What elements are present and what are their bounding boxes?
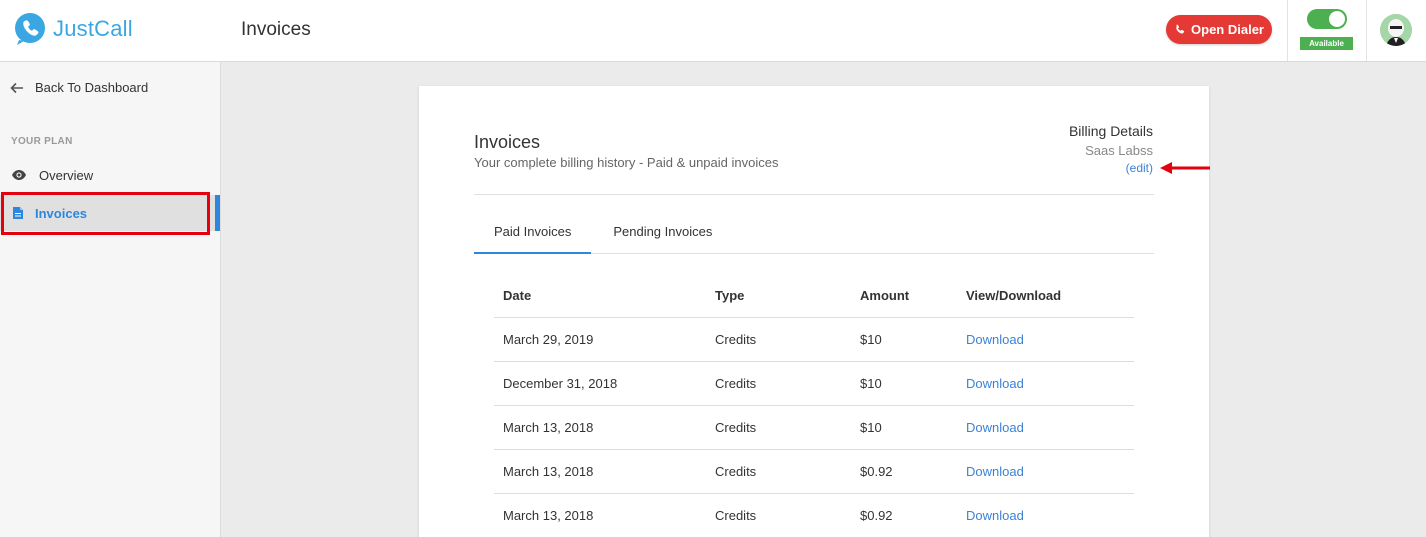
header-divider xyxy=(1366,0,1367,61)
card-title: Invoices xyxy=(474,132,541,152)
download-link[interactable]: Download xyxy=(966,508,1024,523)
invoice-tabs: Paid Invoices Pending Invoices xyxy=(474,214,1154,254)
invoice-date: March 29, 2019 xyxy=(494,317,706,362)
toggle-knob xyxy=(1329,11,1345,27)
invoice-date: March 13, 2018 xyxy=(494,493,706,537)
table-row: March 13, 2018 Credits $10 Download xyxy=(494,405,1134,450)
invoice-amount: $10 xyxy=(851,361,957,406)
availability-toggle[interactable]: Available xyxy=(1300,9,1354,50)
back-label: Back To Dashboard xyxy=(35,80,149,95)
billing-details: Billing Details Saas Labss (edit) xyxy=(1069,123,1153,175)
invoice-type: Credits xyxy=(706,317,851,362)
invoice-type: Credits xyxy=(706,361,851,406)
eye-icon xyxy=(12,170,26,180)
user-avatar-icon xyxy=(1380,14,1412,46)
billing-title: Billing Details xyxy=(1068,123,1153,139)
status-badge: Available xyxy=(1300,37,1353,50)
sidebar: Back To Dashboard YOUR PLAN Overview Inv… xyxy=(0,62,221,537)
divider xyxy=(474,194,1154,195)
invoice-type: Credits xyxy=(706,405,851,450)
invoice-amount: $10 xyxy=(851,405,957,450)
table-row: March 13, 2018 Credits $0.92 Download xyxy=(494,493,1134,537)
justcall-logo[interactable]: JustCall xyxy=(13,12,133,46)
tab-pending-invoices[interactable]: Pending Invoices xyxy=(591,214,732,254)
table-row: December 31, 2018 Credits $10 Download xyxy=(494,361,1134,406)
download-link[interactable]: Download xyxy=(966,332,1024,347)
download-cell: Download xyxy=(957,317,1134,362)
invoice-amount: $10 xyxy=(851,317,957,362)
edit-billing-link[interactable]: (edit) xyxy=(1069,161,1153,175)
download-cell: Download xyxy=(957,361,1134,406)
invoice-date: March 13, 2018 xyxy=(494,449,706,494)
sidebar-item-overview[interactable]: Overview xyxy=(0,157,220,193)
arrow-left-icon xyxy=(10,82,23,93)
table-row: March 29, 2019 Credits $10 Download xyxy=(494,317,1134,362)
card-subtitle: Your complete billing history - Paid & u… xyxy=(474,155,779,170)
download-cell: Download xyxy=(957,493,1134,537)
phone-icon xyxy=(1176,24,1185,34)
table-row: March 13, 2018 Credits $0.92 Download xyxy=(494,449,1134,494)
download-cell: Download xyxy=(957,405,1134,450)
column-header-date[interactable]: Date xyxy=(494,274,706,318)
column-header-view-download: View/Download xyxy=(957,274,1134,318)
invoice-date: March 13, 2018 xyxy=(494,405,706,450)
annotation-arrow-icon xyxy=(1160,162,1210,174)
open-dialer-label: Open Dialer xyxy=(1191,22,1264,37)
column-header-type[interactable]: Type xyxy=(706,274,851,318)
header-divider xyxy=(1287,0,1288,61)
phone-bubble-icon xyxy=(15,13,45,45)
page-title: Invoices xyxy=(241,19,311,40)
invoice-type: Credits xyxy=(706,449,851,494)
open-dialer-button[interactable]: Open Dialer xyxy=(1166,15,1272,44)
invoice-date: December 31, 2018 xyxy=(494,361,706,406)
section-label: YOUR PLAN xyxy=(11,136,73,147)
column-header-amount[interactable]: Amount xyxy=(851,274,957,318)
invoices-table: Date Type Amount View/Download March 29,… xyxy=(494,274,1134,537)
billing-company: Saas Labss xyxy=(1085,143,1153,158)
sidebar-item-label: Overview xyxy=(39,167,94,183)
download-link[interactable]: Download xyxy=(966,420,1024,435)
brand-name: JustCall xyxy=(53,16,133,41)
back-to-dashboard-link[interactable]: Back To Dashboard xyxy=(10,80,148,95)
table-header-row: Date Type Amount View/Download xyxy=(494,274,1134,318)
download-link[interactable]: Download xyxy=(966,464,1024,479)
invoices-card: Invoices Your complete billing history -… xyxy=(419,86,1209,537)
avatar[interactable] xyxy=(1380,14,1412,46)
invoice-amount: $0.92 xyxy=(851,449,957,494)
download-link[interactable]: Download xyxy=(966,376,1024,391)
invoice-type: Credits xyxy=(706,493,851,537)
invoice-amount: $0.92 xyxy=(851,493,957,537)
toggle-switch[interactable] xyxy=(1307,9,1347,29)
download-cell: Download xyxy=(957,449,1134,494)
annotation-highlight-box xyxy=(1,192,210,235)
active-indicator xyxy=(215,195,220,231)
tab-paid-invoices[interactable]: Paid Invoices xyxy=(474,214,592,254)
top-header: JustCall Invoices Open Dialer Available xyxy=(0,0,1426,62)
